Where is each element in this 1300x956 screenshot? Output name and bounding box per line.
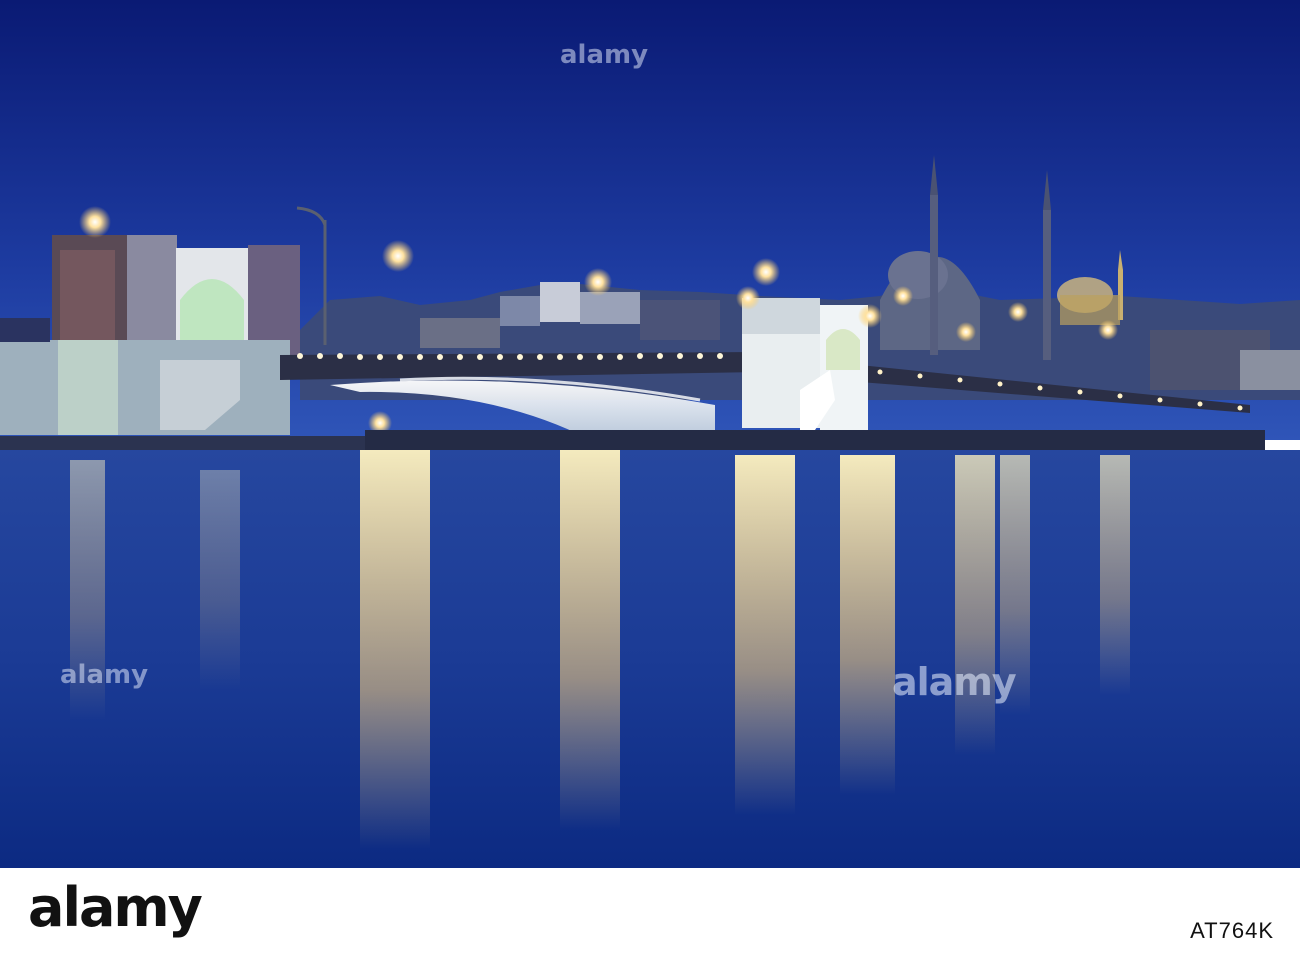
watermark-alamy-top: alamy	[560, 40, 649, 70]
image-id: AT764K	[1190, 918, 1274, 943]
photo-scene	[0, 0, 1300, 868]
bridge-tower-center	[742, 298, 868, 430]
alamy-logo: alamy	[28, 876, 203, 939]
pier-lower	[365, 430, 1265, 450]
watermark-alamy-center: alamy	[892, 660, 1017, 704]
watermark-alamy-left: alamy	[60, 660, 149, 690]
footer-bar: alamy AT764K	[0, 868, 1300, 956]
